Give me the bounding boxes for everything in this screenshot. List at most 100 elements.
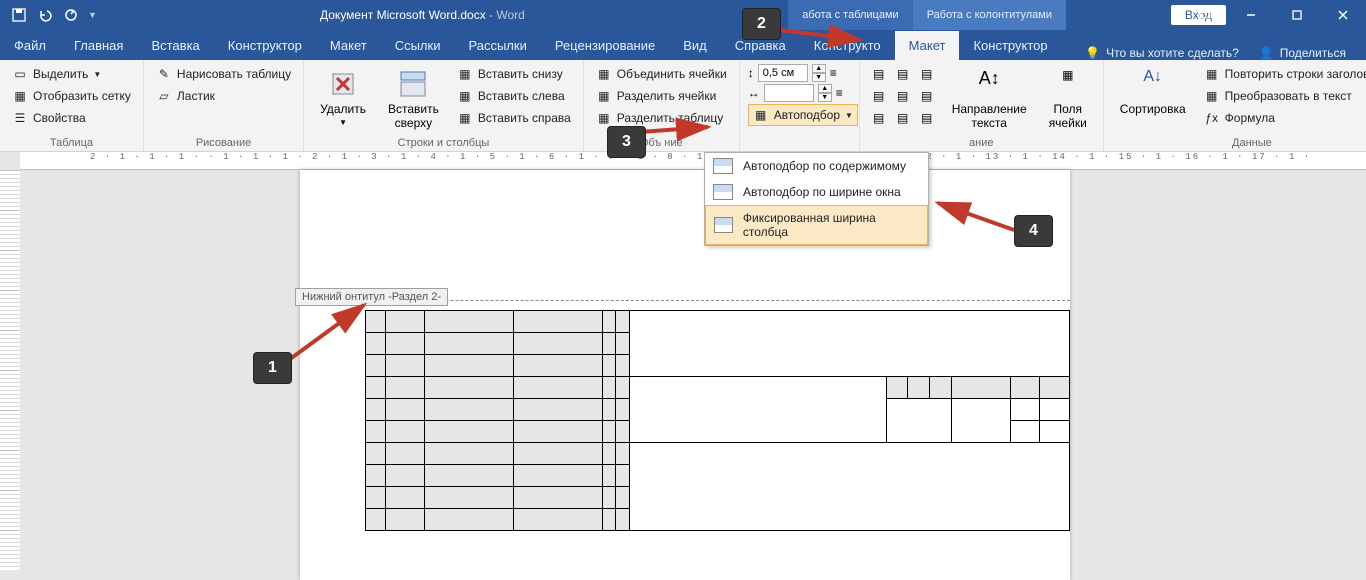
align-mc-icon[interactable]: ▤ (892, 86, 914, 106)
properties-icon: ☰ (12, 110, 28, 126)
autofit-button[interactable]: ▦Автоподбор ▼ (748, 104, 858, 126)
tab-references[interactable]: Ссылки (381, 31, 455, 60)
document-title: Документ Microsoft Word.docx - Word (320, 8, 525, 22)
ribbon-options-icon[interactable] (1182, 0, 1228, 30)
window-controls (1182, 0, 1366, 30)
redo-icon[interactable] (62, 6, 80, 24)
formula-button[interactable]: ƒxФормула (1200, 108, 1366, 128)
properties-button[interactable]: ☰Свойства (8, 108, 135, 128)
view-gridlines-button[interactable]: ▦Отобразить сетку (8, 86, 135, 106)
align-bl-icon[interactable]: ▤ (868, 108, 890, 128)
vertical-ruler[interactable] (0, 170, 20, 580)
tell-me-search[interactable]: 💡Что вы хотите сделать? (1085, 46, 1239, 60)
align-tr-icon[interactable]: ▤ (916, 64, 938, 84)
autofit-window-icon (713, 184, 733, 200)
draw-table-button[interactable]: ✎Нарисовать таблицу (152, 64, 295, 84)
merge-cells-button[interactable]: ▦Объединить ячейки (592, 64, 731, 84)
row-height-icon: ↕ (748, 66, 754, 80)
col-width-spinner[interactable]: ↔▲▼≡ (748, 84, 858, 102)
eraser-icon: ▱ (156, 88, 172, 104)
insert-above-button[interactable]: Вставить сверху (380, 64, 447, 135)
tab-table-layout[interactable]: Макет (895, 31, 960, 60)
eraser-button[interactable]: ▱Ластик (152, 86, 295, 106)
merge-icon: ▦ (596, 66, 612, 82)
group-cell-size: ↕▲▼≡ ↔▲▼≡ ▦Автоподбор ▼ (740, 60, 860, 151)
tab-view[interactable]: Вид (669, 31, 721, 60)
group-label: Рисование (152, 135, 295, 149)
split-cells-button[interactable]: ▦Разделить ячейки (592, 86, 731, 106)
distribute-rows-icon[interactable]: ≡ (830, 66, 837, 80)
share-button[interactable]: 👤Поделиться (1259, 46, 1346, 60)
group-data: A↓Сортировка ▦Повторить строки заголовко… (1104, 60, 1366, 151)
callout-3: 3 (607, 126, 646, 158)
callout-2: 2 (742, 8, 781, 40)
gridlines-icon: ▦ (12, 88, 28, 104)
formula-icon: ƒx (1204, 110, 1220, 126)
group-table: ▭Выделить ▼ ▦Отобразить сетку ☰Свойства … (0, 60, 144, 151)
align-tl-icon[interactable]: ▤ (868, 64, 890, 84)
tab-mailings[interactable]: Рассылки (454, 31, 540, 60)
close-icon[interactable] (1320, 0, 1366, 30)
align-tc-icon[interactable]: ▤ (892, 64, 914, 84)
delete-button[interactable]: Удалить▼ (312, 64, 374, 135)
insert-left-icon: ▦ (457, 88, 473, 104)
group-label: Строки и столбцы (312, 135, 575, 149)
group-label: Данные (1112, 135, 1366, 149)
autofit-contents-icon (713, 158, 733, 174)
autofit-window-item[interactable]: Автоподбор по ширине окна (705, 179, 928, 205)
tab-file[interactable]: Файл (0, 31, 60, 60)
align-mr-icon[interactable]: ▤ (916, 86, 938, 106)
group-label (748, 147, 851, 149)
insert-right-icon: ▦ (457, 110, 473, 126)
select-icon: ▭ (12, 66, 28, 82)
split-icon: ▦ (596, 88, 612, 104)
tab-hf-design[interactable]: Конструктор (959, 31, 1061, 60)
group-alignment: ▤▤▤ ▤▤▤ ▤▤▤ A↕Направление текста ▦Поля я… (860, 60, 1104, 151)
insert-below-button[interactable]: ▦Вставить снизу (453, 64, 575, 84)
cell-margins-button[interactable]: ▦Поля ячейки (1041, 64, 1095, 135)
row-height-spinner[interactable]: ↕▲▼≡ (748, 64, 858, 82)
tab-insert[interactable]: Вставка (137, 31, 213, 60)
horizontal-ruler[interactable]: 2 · 1 · 1 · 1 · · 1 · 1 · 1 · 2 · 1 · 3 … (20, 152, 1366, 170)
text-direction-button[interactable]: A↕Направление текста (944, 64, 1035, 135)
tab-review[interactable]: Рецензирование (541, 31, 669, 60)
title-bar: ▼ Документ Microsoft Word.docx - Word аб… (0, 0, 1366, 30)
delete-icon (327, 68, 359, 100)
align-br-icon[interactable]: ▤ (916, 108, 938, 128)
tab-layout[interactable]: Макет (316, 31, 381, 60)
qat-customize-icon[interactable]: ▼ (88, 10, 97, 20)
save-icon[interactable] (10, 6, 28, 24)
group-label: ание (868, 135, 1095, 149)
autofit-dropdown: Автоподбор по содержимому Автоподбор по … (704, 152, 929, 246)
convert-text-button[interactable]: ▦Преобразовать в текст (1200, 86, 1366, 106)
minimize-icon[interactable] (1228, 0, 1274, 30)
pencil-icon: ✎ (156, 66, 172, 82)
distribute-cols-icon[interactable]: ≡ (836, 86, 843, 100)
callout-1: 1 (253, 352, 292, 384)
ribbon-tabs: Файл Главная Вставка Конструктор Макет С… (0, 30, 1366, 60)
maximize-icon[interactable] (1274, 0, 1320, 30)
group-draw: ✎Нарисовать таблицу ▱Ластик Рисование (144, 60, 304, 151)
insert-left-button[interactable]: ▦Вставить слева (453, 86, 575, 106)
callout-4: 4 (1014, 215, 1053, 247)
fixed-width-item[interactable]: Фиксированная ширина столбца (705, 205, 928, 245)
autofit-contents-item[interactable]: Автоподбор по содержимому (705, 153, 928, 179)
insert-above-icon (397, 68, 429, 100)
document-table[interactable] (365, 310, 1070, 531)
split-table-icon: ▦ (596, 110, 612, 126)
align-bc-icon[interactable]: ▤ (892, 108, 914, 128)
tab-home[interactable]: Главная (60, 31, 137, 60)
document-workspace: 2 · 1 · 1 · 1 · · 1 · 1 · 1 · 2 · 1 · 3 … (0, 152, 1366, 580)
context-tab-headers[interactable]: Работа с колонтитулами (913, 0, 1066, 30)
tab-design[interactable]: Конструктор (214, 31, 316, 60)
repeat-header-button[interactable]: ▦Повторить строки заголовков (1200, 64, 1366, 84)
convert-icon: ▦ (1204, 88, 1220, 104)
undo-icon[interactable] (36, 6, 54, 24)
sort-button[interactable]: A↓Сортировка (1112, 64, 1194, 135)
quick-access-toolbar: ▼ (0, 6, 107, 24)
bulb-icon: 💡 (1085, 46, 1100, 60)
align-ml-icon[interactable]: ▤ (868, 86, 890, 106)
select-button[interactable]: ▭Выделить ▼ (8, 64, 135, 84)
cell-margins-icon: ▦ (1052, 68, 1084, 100)
insert-right-button[interactable]: ▦Вставить справа (453, 108, 575, 128)
